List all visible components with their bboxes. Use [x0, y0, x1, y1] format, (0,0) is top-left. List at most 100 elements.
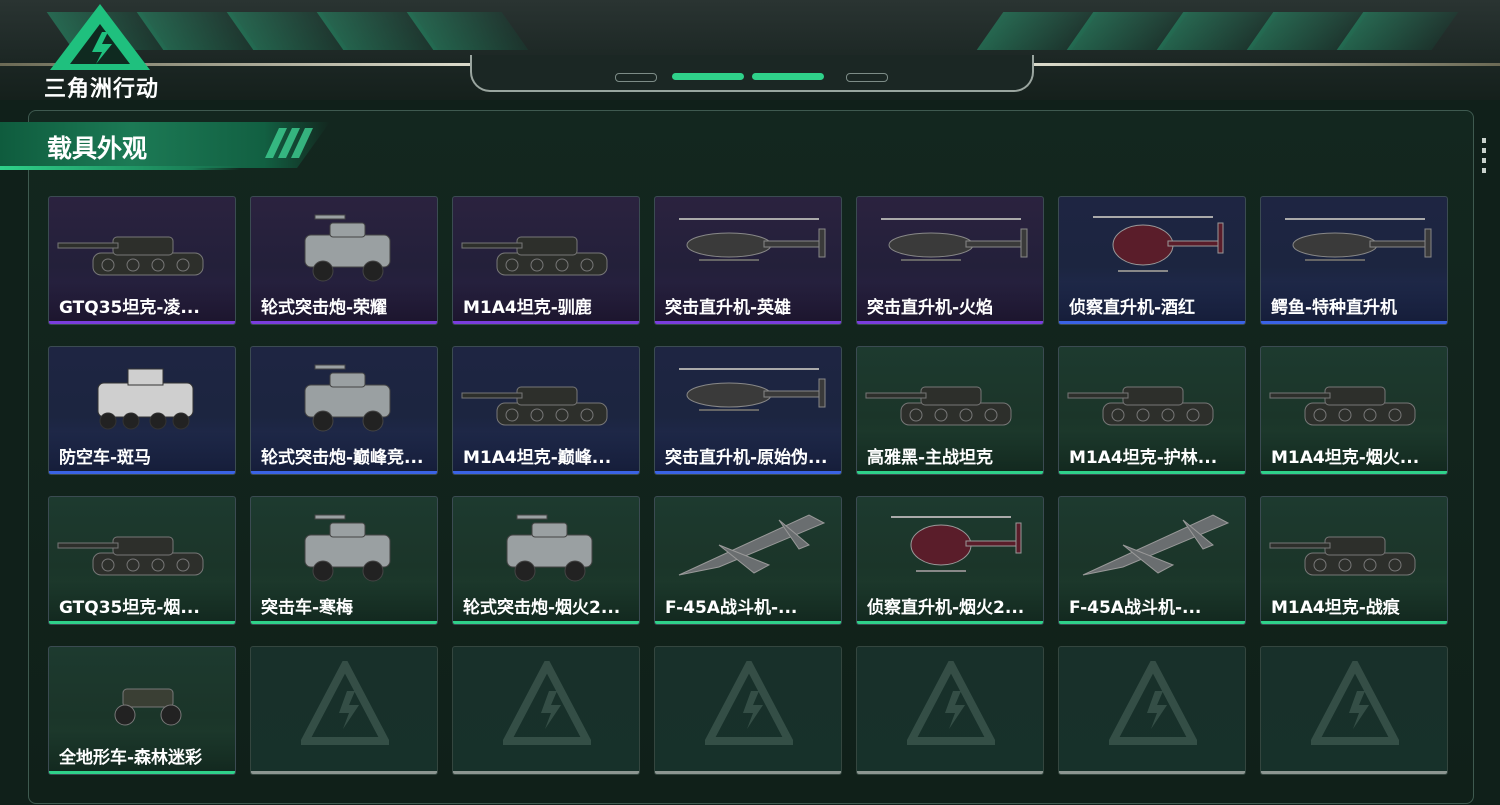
- skin-name: 突击直升机-英雄: [665, 298, 792, 318]
- skin-card[interactable]: F-45A战斗机-...: [1058, 496, 1246, 625]
- empty-skin-slot[interactable]: [452, 646, 640, 775]
- page-indicator-active: [672, 73, 744, 80]
- skin-name: 突击车-寒梅: [261, 598, 354, 618]
- rarity-bar: [49, 471, 235, 474]
- rarity-bar: [453, 471, 639, 474]
- skin-card[interactable]: 侦察直升机-酒红: [1058, 196, 1246, 325]
- skin-name: F-45A战斗机-...: [1069, 598, 1202, 618]
- skin-card[interactable]: M1A4坦克-巅峰...: [452, 346, 640, 475]
- rarity-bar: [251, 771, 437, 774]
- rarity-bar: [251, 471, 437, 474]
- empty-skin-slot[interactable]: [250, 646, 438, 775]
- attack-heli-icon: [881, 218, 1028, 261]
- scout-heli-icon: [891, 516, 1022, 572]
- jet-icon: [1082, 514, 1230, 576]
- skin-card[interactable]: 突击直升机-英雄: [654, 196, 842, 325]
- skin-card[interactable]: 高雅黑-主战坦克: [856, 346, 1044, 475]
- skin-card[interactable]: 突击直升机-火焰: [856, 196, 1044, 325]
- skin-card[interactable]: 轮式突击炮-烟火2...: [452, 496, 640, 625]
- rarity-bar: [857, 471, 1043, 474]
- skin-card[interactable]: M1A4坦克-护林...: [1058, 346, 1246, 475]
- skin-name: M1A4坦克-烟火...: [1271, 448, 1420, 468]
- rarity-bar: [1261, 471, 1447, 474]
- tank-icon: [461, 386, 608, 426]
- tank-icon: [461, 236, 608, 276]
- attack-heli-icon: [1285, 218, 1432, 261]
- rarity-bar: [857, 771, 1043, 774]
- skin-card[interactable]: F-45A战斗机-...: [654, 496, 842, 625]
- armored-car-icon: [506, 514, 593, 582]
- rarity-bar: [1261, 771, 1447, 774]
- rarity-bar: [655, 321, 841, 324]
- armored-car-icon: [304, 214, 391, 282]
- skin-card[interactable]: M1A4坦克-烟火...: [1260, 346, 1448, 475]
- empty-skin-slot[interactable]: [856, 646, 1044, 775]
- rarity-bar: [857, 621, 1043, 624]
- tank-icon: [57, 536, 204, 576]
- skin-card[interactable]: 轮式突击炮-巅峰竞...: [250, 346, 438, 475]
- page-indicator: [615, 73, 657, 82]
- page-indicator: [846, 73, 888, 82]
- skin-name: GTQ35坦克-烟...: [59, 598, 200, 618]
- title-underline: [0, 166, 240, 170]
- rarity-bar: [251, 321, 437, 324]
- skin-name: 突击直升机-火焰: [867, 298, 994, 318]
- delta-logo-placeholder-icon: [503, 661, 591, 745]
- skin-name: 轮式突击炮-荣耀: [261, 298, 388, 318]
- skin-name: M1A4坦克-驯鹿: [463, 298, 592, 318]
- skin-name: 高雅黑-主战坦克: [867, 448, 994, 468]
- skin-name: M1A4坦克-护林...: [1069, 448, 1218, 468]
- tank-icon: [57, 236, 204, 276]
- rarity-bar: [49, 771, 235, 774]
- skin-name: M1A4坦克-巅峰...: [463, 448, 612, 468]
- skin-name: 全地形车-森林迷彩: [59, 748, 203, 768]
- skin-name: 侦察直升机-酒红: [1069, 298, 1196, 318]
- skin-card[interactable]: M1A4坦克-驯鹿: [452, 196, 640, 325]
- rarity-bar: [49, 321, 235, 324]
- empty-skin-slot[interactable]: [1260, 646, 1448, 775]
- attack-heli-icon: [679, 218, 826, 261]
- rarity-bar: [655, 471, 841, 474]
- skin-card[interactable]: GTQ35坦克-凌...: [48, 196, 236, 325]
- skin-name: 突击直升机-原始伪...: [665, 448, 828, 468]
- empty-skin-slot[interactable]: [1058, 646, 1246, 775]
- rarity-bar: [453, 771, 639, 774]
- skin-name: 鳄鱼-特种直升机: [1271, 298, 1398, 318]
- atv-icon: [114, 688, 182, 726]
- skin-name: M1A4坦克-战痕: [1271, 598, 1400, 618]
- delta-logo-placeholder-icon: [1311, 661, 1399, 745]
- empty-skin-slot[interactable]: [654, 646, 842, 775]
- tank-icon: [1269, 386, 1416, 426]
- rarity-bar: [1261, 321, 1447, 324]
- rarity-bar: [655, 621, 841, 624]
- attack-heli-icon: [679, 368, 826, 411]
- delta-logo-placeholder-icon: [1109, 661, 1197, 745]
- tank-icon: [1269, 536, 1416, 576]
- skin-card[interactable]: 防空车-斑马: [48, 346, 236, 475]
- skin-card[interactable]: 侦察直升机-烟火2...: [856, 496, 1044, 625]
- armored-car-icon: [304, 514, 391, 582]
- skin-card[interactable]: GTQ35坦克-烟...: [48, 496, 236, 625]
- rarity-bar: [857, 321, 1043, 324]
- rarity-bar: [453, 321, 639, 324]
- tank-icon: [1067, 386, 1214, 426]
- skin-card[interactable]: 突击车-寒梅: [250, 496, 438, 625]
- delta-logo-placeholder-icon: [907, 661, 995, 745]
- rarity-bar: [251, 621, 437, 624]
- rarity-bar: [1261, 621, 1447, 624]
- scout-heli-icon: [1093, 216, 1224, 272]
- tank-icon: [865, 386, 1012, 426]
- rarity-bar: [1059, 771, 1245, 774]
- panel-scroll-indicator: [1482, 138, 1486, 178]
- skin-card[interactable]: M1A4坦克-战痕: [1260, 496, 1448, 625]
- armored-car-icon: [304, 364, 391, 432]
- skin-card[interactable]: 全地形车-森林迷彩: [48, 646, 236, 775]
- rarity-bar: [1059, 621, 1245, 624]
- jet-icon: [678, 514, 826, 576]
- skin-card[interactable]: 轮式突击炮-荣耀: [250, 196, 438, 325]
- skin-card[interactable]: 鳄鱼-特种直升机: [1260, 196, 1448, 325]
- rarity-bar: [453, 621, 639, 624]
- skin-card[interactable]: 突击直升机-原始伪...: [654, 346, 842, 475]
- rarity-bar: [1059, 471, 1245, 474]
- rarity-bar: [49, 621, 235, 624]
